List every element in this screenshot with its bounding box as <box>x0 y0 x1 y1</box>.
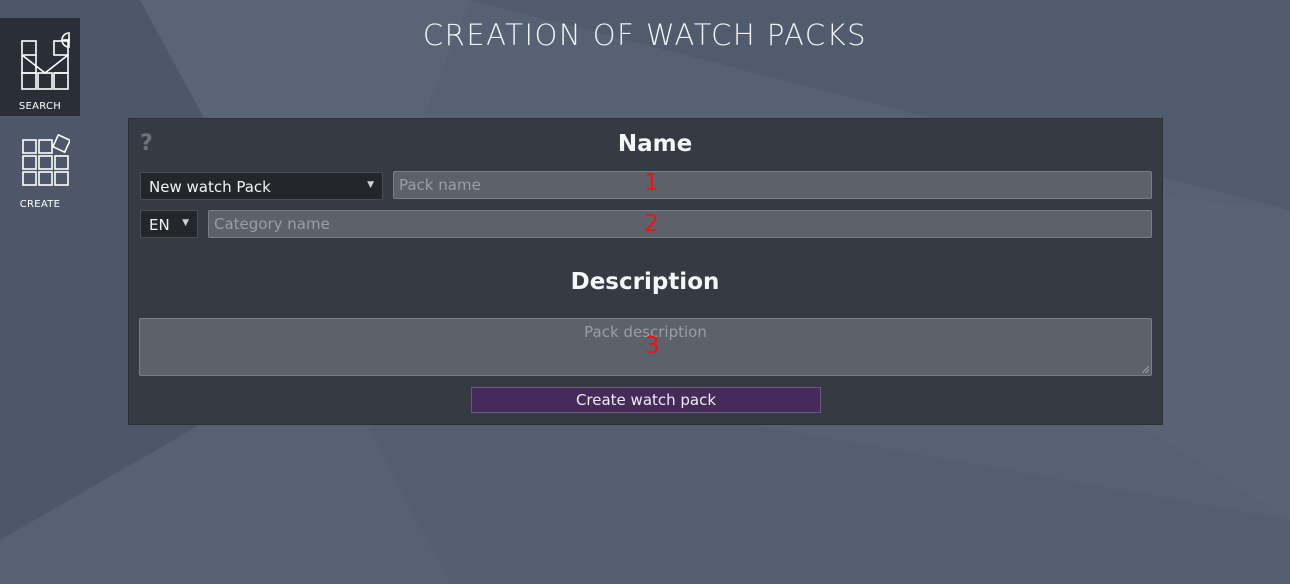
name-heading: Name <box>617 131 693 157</box>
pack-select[interactable]: New watch Pack ▼ <box>140 172 383 200</box>
category-name-placeholder: Category name <box>214 215 330 233</box>
language-select-value: EN <box>149 216 170 234</box>
resize-handle-icon[interactable] <box>1142 366 1149 373</box>
language-select[interactable]: EN ▼ <box>140 210 198 238</box>
search-grid-plus-icon <box>0 32 80 104</box>
marker-2: 2 <box>644 211 659 237</box>
pack-name-input[interactable]: Pack name 1 <box>393 170 1152 199</box>
sidebar-item-search[interactable]: SEARCH <box>0 18 80 116</box>
category-name-input[interactable]: Category name 2 <box>208 210 1152 238</box>
sidebar-item-create-label: CREATE <box>19 199 61 210</box>
watch-pack-form: ? Name New watch Pack ▼ Pack name 1 EN ▼… <box>128 118 1163 425</box>
marker-3: 3 <box>645 333 660 359</box>
marker-1: 1 <box>644 170 659 196</box>
create-grid-icon <box>0 134 80 194</box>
create-watch-pack-button[interactable]: Create watch pack <box>471 387 821 413</box>
sidebar-item-create[interactable]: CREATE <box>0 130 80 220</box>
help-icon[interactable]: ? <box>140 131 153 156</box>
page-title: CREATION OF WATCH PACKS <box>422 18 868 52</box>
pack-select-value: New watch Pack <box>149 178 271 196</box>
pack-name-placeholder: Pack name <box>399 176 481 194</box>
sidebar-item-search-label: SEARCH <box>18 101 62 112</box>
pack-description-textarea[interactable]: Pack description 3 <box>139 318 1152 376</box>
chevron-down-icon: ▼ <box>367 180 374 190</box>
chevron-down-icon: ▼ <box>182 218 189 228</box>
description-heading: Description <box>570 269 720 295</box>
